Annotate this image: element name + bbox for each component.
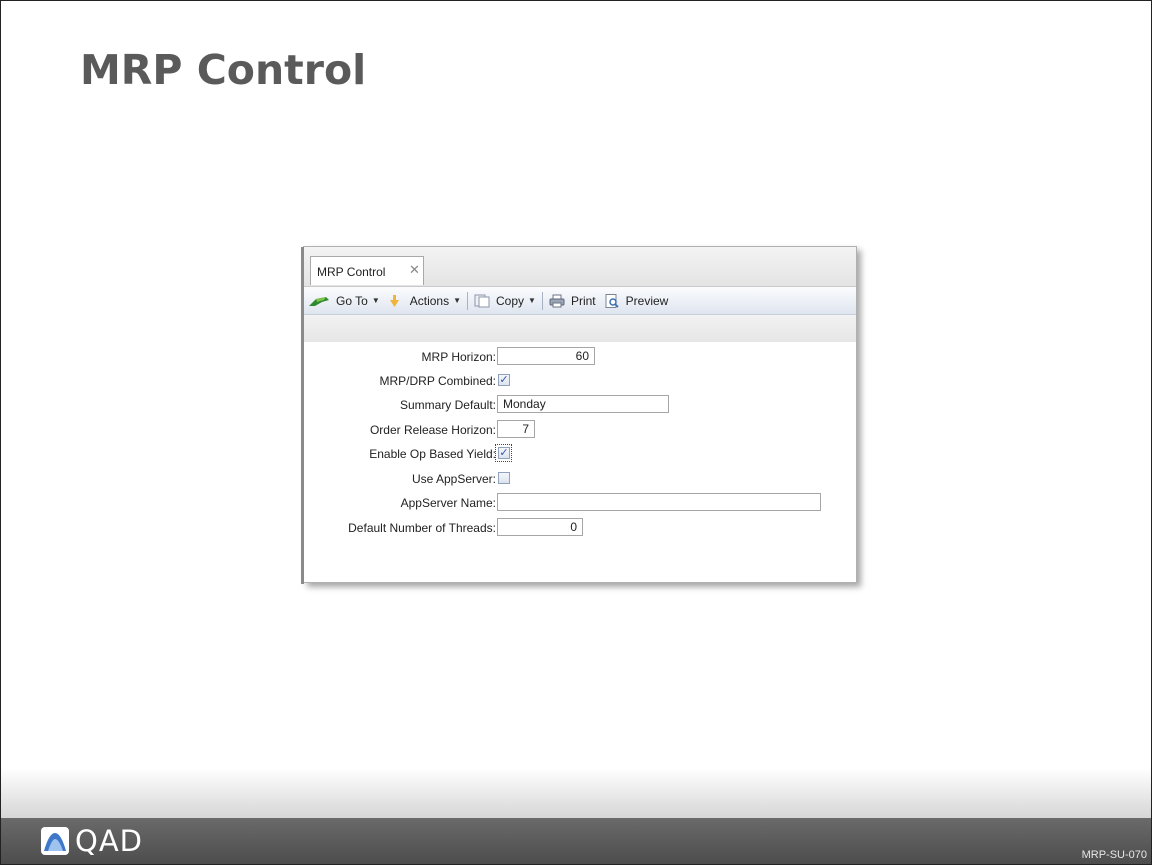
toolbar-separator [467, 291, 469, 310]
default-threads-field[interactable]: 0 [497, 518, 583, 536]
print-button[interactable]: Print [545, 290, 600, 312]
use-appserver-checkbox[interactable] [498, 472, 510, 484]
row-mrp-horizon: MRP Horizon: 60 [304, 347, 856, 367]
appserver-name-label: AppServer Name: [400, 496, 496, 510]
actions-button[interactable]: Actions ▼ [384, 290, 465, 312]
summary-default-field[interactable]: Monday [497, 395, 669, 413]
mrp-drp-combined-label: MRP/DRP Combined: [379, 374, 496, 388]
use-appserver-label: Use AppServer: [411, 472, 496, 486]
tab-strip: MRP Control ✕ [304, 247, 856, 287]
tab-mrp-control[interactable]: MRP Control ✕ [310, 256, 424, 285]
mrp-horizon-label: MRP Horizon: [421, 350, 496, 364]
row-default-threads: Default Number of Threads: 0 [304, 518, 856, 538]
copy-button[interactable]: Copy ▼ [470, 290, 540, 312]
printer-icon [549, 294, 565, 308]
enable-op-based-yield-checkbox[interactable]: ✓ [498, 447, 510, 459]
preview-label: Preview [625, 293, 669, 308]
footer-gradient [1, 768, 1151, 818]
row-order-release-horizon: Order Release Horizon: 7 [304, 420, 856, 440]
chevron-down-icon: ▼ [528, 296, 536, 305]
chevron-down-icon: ▼ [453, 296, 462, 305]
mrp-control-window: MRP Control ✕ Go To ▼ Actions ▼ Copy ▼ P… [301, 246, 857, 584]
qad-logo: QAD [41, 824, 143, 858]
preview-icon [604, 293, 620, 308]
default-threads-label: Default Number of Threads: [348, 521, 496, 535]
footer-bar: QAD MRP-SU-070 [1, 818, 1151, 864]
row-use-appserver: Use AppServer: [304, 469, 856, 489]
row-enable-op-based-yield: Enable Op Based Yield: ✓ [304, 444, 856, 464]
copy-label: Copy [496, 293, 525, 308]
slide-code: MRP-SU-070 [1081, 849, 1147, 861]
enable-op-based-yield-label: Enable Op Based Yield: [369, 447, 496, 461]
qad-logo-text: QAD [75, 824, 143, 858]
summary-default-label: Summary Default: [399, 398, 496, 412]
tab-label: MRP Control [317, 265, 386, 279]
toolbar-separator [541, 291, 543, 310]
preview-button[interactable]: Preview [600, 290, 673, 312]
row-appserver-name: AppServer Name: [304, 493, 856, 513]
goto-arrow-icon [308, 294, 330, 308]
mrp-drp-combined-checkbox[interactable]: ✓ [498, 374, 510, 386]
toolbar: Go To ▼ Actions ▼ Copy ▼ Print Preview [304, 287, 856, 315]
slide-title: MRP Control [80, 46, 367, 94]
print-label: Print [570, 293, 596, 308]
sub-toolbar [304, 315, 856, 342]
row-summary-default: Summary Default: Monday [304, 395, 856, 415]
actions-pointer-icon [388, 294, 404, 308]
goto-label: Go To [336, 293, 368, 308]
appserver-name-field[interactable] [497, 493, 821, 511]
order-release-horizon-label: Order Release Horizon: [369, 423, 496, 437]
row-mrp-drp-combined: MRP/DRP Combined: ✓ [304, 371, 856, 391]
chevron-down-icon: ▼ [371, 296, 380, 305]
goto-button[interactable]: Go To ▼ [304, 290, 384, 312]
close-icon[interactable]: ✕ [409, 262, 420, 278]
copy-icon [474, 294, 490, 308]
actions-label: Actions [409, 293, 450, 308]
mrp-horizon-field[interactable]: 60 [497, 347, 595, 365]
qad-logo-icon [41, 827, 69, 855]
order-release-horizon-field[interactable]: 7 [497, 420, 535, 438]
